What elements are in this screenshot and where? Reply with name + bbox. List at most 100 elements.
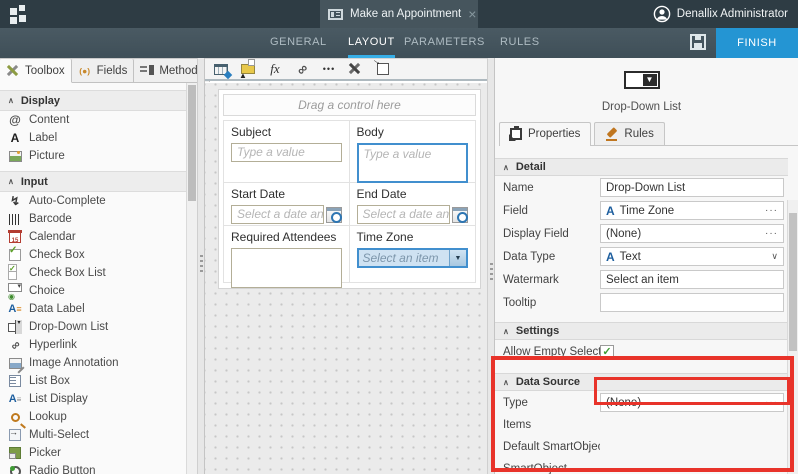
tab-fields[interactable]: Fields bbox=[72, 59, 135, 82]
body-textarea[interactable]: Type a value bbox=[357, 143, 469, 183]
toolbox-item-drop-down-list[interactable]: Drop-Down List bbox=[0, 318, 186, 336]
start-date-input[interactable]: Select a date and bbox=[231, 205, 324, 224]
properties-scrollbar[interactable] bbox=[787, 200, 798, 474]
toolbox-item-list-box[interactable]: List Box bbox=[0, 372, 186, 390]
cell-required-attendees[interactable]: Required Attendees bbox=[224, 226, 350, 282]
toolbox-item-lookup[interactable]: Lookup bbox=[0, 408, 186, 426]
ellipsis-button[interactable] bbox=[765, 205, 778, 216]
change-control-icon[interactable] bbox=[240, 62, 256, 76]
dropdown-arrow-icon[interactable]: ▼ bbox=[449, 250, 466, 266]
section-title: Data Source bbox=[516, 376, 580, 388]
required-attendees-listbox[interactable] bbox=[231, 248, 342, 288]
drop-down-list-glyph-icon: ▼ bbox=[624, 71, 660, 89]
toolbox-item-picture[interactable]: Picture bbox=[0, 147, 186, 165]
toolbox-tools-icon bbox=[6, 64, 20, 78]
ellipsis-button[interactable] bbox=[765, 228, 778, 239]
toolbox-item-barcode[interactable]: Barcode bbox=[0, 210, 186, 228]
splitter-handle[interactable] bbox=[200, 255, 203, 273]
sidebar-scrollbar[interactable] bbox=[186, 83, 197, 474]
cell-subject[interactable]: Subject Type a value bbox=[224, 121, 350, 182]
cell-body[interactable]: Body Type a value bbox=[350, 121, 476, 182]
section-detail[interactable]: ∧ Detail bbox=[495, 158, 788, 176]
toolbox-item-image-annotation[interactable]: Image Annotation bbox=[0, 354, 186, 372]
section-display[interactable]: ∧ Display bbox=[0, 90, 186, 111]
date-picker-icon[interactable] bbox=[452, 207, 468, 223]
toolbox-item-data-label[interactable]: Data Label bbox=[0, 300, 186, 318]
toolbox-item-list-display[interactable]: List Display bbox=[0, 390, 186, 408]
tab-rules[interactable]: RULES bbox=[500, 28, 540, 58]
close-icon[interactable]: × bbox=[468, 7, 476, 21]
app-launcher-icon[interactable] bbox=[10, 5, 30, 24]
tab-parameters[interactable]: PARAMETERS bbox=[404, 28, 485, 58]
display-field-picker[interactable]: (None) bbox=[600, 224, 784, 243]
time-zone-dropdown[interactable]: Select an item ▼ bbox=[357, 248, 469, 268]
property-label: Default SmartObjec... bbox=[503, 441, 600, 453]
properties-tab-strip: Properties Rules bbox=[499, 122, 798, 146]
tab-toolbox[interactable]: Toolbox bbox=[0, 59, 72, 83]
user-menu[interactable]: Denallix Administrator bbox=[653, 0, 788, 28]
picker-icon bbox=[9, 447, 21, 459]
toolbox-item-radio-button[interactable]: Radio Button bbox=[0, 462, 186, 474]
section-input-title: Input bbox=[21, 176, 48, 188]
properties-scrollbar-thumb[interactable] bbox=[789, 213, 797, 351]
toolbox-item-calendar[interactable]: Calendar bbox=[0, 228, 186, 246]
property-label: Items bbox=[503, 419, 600, 431]
watermark-input[interactable]: Select an item bbox=[600, 270, 784, 289]
list-display-icon bbox=[8, 392, 22, 406]
section-settings[interactable]: ∧ Settings bbox=[495, 322, 788, 340]
name-input[interactable]: Drop-Down List bbox=[600, 178, 784, 197]
toolbox-item-hyperlink[interactable]: Hyperlink bbox=[0, 336, 186, 354]
cell-start-date[interactable]: Start Date Select a date and bbox=[224, 183, 350, 225]
tooltip-input[interactable] bbox=[600, 293, 784, 312]
toolbox-item-choice[interactable]: Choice bbox=[0, 282, 186, 300]
splitter-handle[interactable] bbox=[490, 263, 493, 281]
check-box-icon bbox=[9, 249, 21, 261]
canvas-grid[interactable]: Drag a control here Subject Type a value… bbox=[205, 83, 487, 474]
finish-button[interactable]: FINISH bbox=[716, 28, 798, 58]
end-date-input[interactable]: Select a date and bbox=[357, 205, 451, 224]
drop-zone[interactable]: Drag a control here bbox=[223, 94, 476, 116]
chevron-down-icon[interactable] bbox=[771, 251, 778, 262]
subject-textbox[interactable]: Type a value bbox=[231, 143, 342, 162]
property-row-type: Type (None) bbox=[495, 391, 798, 414]
allow-empty-checkbox[interactable] bbox=[600, 345, 614, 359]
data-type-select[interactable]: A Text bbox=[600, 247, 784, 266]
remove-link-icon[interactable] bbox=[294, 62, 310, 76]
toolbox-item-auto-complete[interactable]: Auto-Complete bbox=[0, 192, 186, 210]
toolbox-item-picker[interactable]: Picker bbox=[0, 444, 186, 462]
tab-rules[interactable]: Rules bbox=[594, 122, 664, 145]
sidebar-splitter[interactable] bbox=[197, 58, 205, 474]
more-icon[interactable] bbox=[321, 62, 337, 76]
cell-end-date[interactable]: End Date Select a date and bbox=[350, 183, 476, 225]
toolbox-item-content[interactable]: Content bbox=[0, 111, 186, 129]
style-tools-icon[interactable] bbox=[348, 62, 364, 76]
field-picker[interactable]: A Time Zone bbox=[600, 201, 784, 220]
item-label: Lookup bbox=[29, 411, 67, 423]
tab-properties[interactable]: Properties bbox=[499, 122, 591, 146]
section-data-source[interactable]: ∧ Data Source bbox=[495, 373, 788, 391]
properties-splitter[interactable] bbox=[487, 58, 495, 474]
section-input[interactable]: ∧ Input bbox=[0, 171, 186, 192]
ellipsis-button[interactable] bbox=[765, 397, 778, 408]
cell-time-zone[interactable]: Time Zone Select an item ▼ bbox=[350, 226, 476, 282]
save-button[interactable] bbox=[690, 34, 708, 52]
label-icon bbox=[8, 131, 22, 145]
avatar-icon bbox=[653, 5, 671, 23]
collapse-icon: ∧ bbox=[503, 378, 509, 387]
toolbox-item-check-box-list[interactable]: Check Box List bbox=[0, 264, 186, 282]
property-label: Allow Empty Selecti... bbox=[503, 346, 600, 358]
tab-general[interactable]: GENERAL bbox=[270, 28, 327, 58]
tab-layout[interactable]: LAYOUT bbox=[348, 28, 395, 58]
sidebar-scrollbar-thumb[interactable] bbox=[188, 85, 196, 201]
toolbox-item-multi-select[interactable]: Multi-Select bbox=[0, 426, 186, 444]
data-source-type-picker[interactable]: (None) bbox=[600, 393, 784, 412]
expression-icon[interactable] bbox=[267, 62, 283, 76]
toolbox-item-label[interactable]: Label bbox=[0, 129, 186, 147]
date-picker-icon[interactable] bbox=[326, 207, 342, 223]
item-label: Drop-Down List bbox=[29, 321, 108, 333]
paste-icon[interactable] bbox=[375, 62, 391, 76]
document-tab[interactable]: Make an Appointment × bbox=[320, 0, 478, 28]
toolbox-item-check-box[interactable]: Check Box bbox=[0, 246, 186, 264]
property-label: Name bbox=[503, 182, 600, 194]
edit-layout-table-icon[interactable] bbox=[213, 62, 229, 76]
